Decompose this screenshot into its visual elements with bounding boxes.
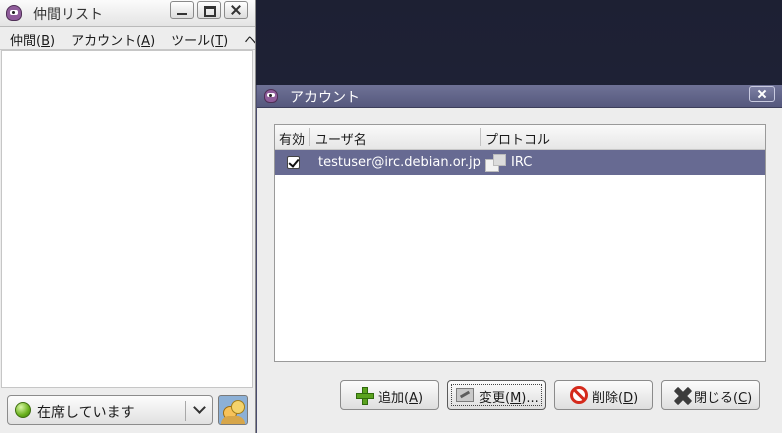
close-button[interactable]: 閉じる(C) bbox=[661, 380, 760, 410]
minimize-button[interactable] bbox=[170, 1, 194, 19]
buddy-list-window: 仲間リスト 仲間(B)アカウント(A)ツール(T)ヘ 在席しています bbox=[0, 0, 256, 433]
accounts-dialog: アカウント 有効 ユーザ名 プロトコル testuser@irc.debian.… bbox=[256, 85, 782, 433]
available-status-icon bbox=[15, 402, 31, 418]
delete-button[interactable]: 削除(D) bbox=[554, 380, 653, 410]
close-x-icon bbox=[674, 387, 692, 405]
menu-help[interactable]: ヘ bbox=[234, 27, 255, 49]
add-icon bbox=[356, 387, 374, 405]
menu-buddies[interactable]: 仲間(B) bbox=[0, 27, 61, 49]
account-enabled-checkbox[interactable] bbox=[287, 156, 300, 169]
account-username: testuser@irc.debian.or.jp bbox=[318, 155, 481, 170]
edit-button[interactable]: 変更(M)... bbox=[447, 380, 546, 410]
maximize-button[interactable] bbox=[197, 1, 221, 19]
column-protocol[interactable]: プロトコル bbox=[485, 129, 550, 148]
close-dialog-button[interactable] bbox=[749, 86, 775, 102]
chevron-down-icon bbox=[193, 401, 206, 414]
column-username[interactable]: ユーザ名 bbox=[315, 129, 367, 148]
delete-icon bbox=[570, 386, 588, 404]
add-button[interactable]: 追加(A) bbox=[340, 380, 439, 410]
menubar: 仲間(B)アカウント(A)ツール(T)ヘ bbox=[0, 27, 255, 50]
delete-button-label: 削除(D) bbox=[592, 391, 639, 406]
buddy-list-titlebar[interactable]: 仲間リスト bbox=[0, 0, 255, 27]
account-protocol: IRC bbox=[511, 155, 533, 170]
edit-icon bbox=[456, 388, 474, 402]
combo-separator bbox=[185, 401, 186, 421]
status-selector[interactable]: 在席しています bbox=[7, 395, 213, 425]
add-button-label: 追加(A) bbox=[378, 391, 424, 406]
close-button-label: 閉じる(C) bbox=[694, 391, 753, 406]
buddy-avatar-button[interactable] bbox=[218, 395, 248, 425]
pidgin-app-icon bbox=[264, 89, 278, 103]
table-row[interactable]: testuser@irc.debian.or.jp IRC bbox=[275, 150, 765, 175]
irc-protocol-icon bbox=[485, 154, 506, 172]
column-separator bbox=[480, 128, 481, 146]
accounts-title: アカウント bbox=[290, 90, 360, 106]
buddy-avatar-icon-front bbox=[231, 400, 245, 414]
status-label: 在席しています bbox=[37, 405, 135, 421]
menu-accounts[interactable]: アカウント(A) bbox=[61, 27, 161, 49]
column-separator bbox=[309, 128, 310, 146]
buddy-avatar-icon-body bbox=[221, 416, 245, 424]
column-enabled[interactable]: 有効 bbox=[279, 129, 305, 148]
close-window-button[interactable] bbox=[224, 1, 248, 19]
table-header: 有効 ユーザ名 プロトコル bbox=[275, 125, 765, 150]
buddy-list-pane[interactable] bbox=[1, 50, 253, 388]
accounts-titlebar[interactable]: アカウント bbox=[257, 85, 782, 108]
buddy-list-title: 仲間リスト bbox=[33, 7, 103, 23]
edit-button-label: 変更(M)... bbox=[479, 391, 539, 406]
menu-tools[interactable]: ツール(T) bbox=[161, 27, 234, 49]
accounts-table[interactable]: 有効 ユーザ名 プロトコル testuser@irc.debian.or.jp … bbox=[274, 124, 766, 362]
pidgin-app-icon bbox=[6, 5, 22, 21]
